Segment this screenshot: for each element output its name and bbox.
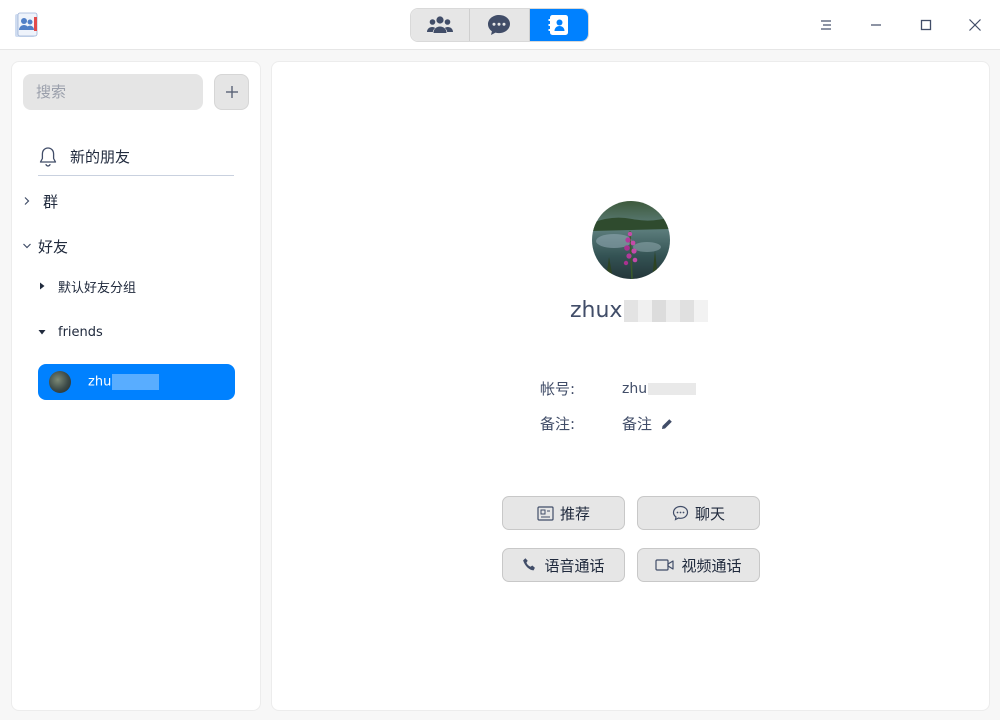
chat-button[interactable]: 聊天 <box>637 496 760 530</box>
people-icon <box>427 16 454 33</box>
new-friends-label: 新的朋友 <box>70 148 131 166</box>
chats-tab[interactable] <box>470 9 530 41</box>
friend-item-selected[interactable]: zhu <box>38 364 235 400</box>
chevron-down-icon <box>23 243 31 249</box>
account-value: zhu <box>622 381 697 397</box>
profile-display-name: zhux <box>570 298 709 323</box>
minimize-button[interactable] <box>851 0 901 50</box>
tree-item-friends[interactable]: 好友 <box>22 235 68 257</box>
tree-label-default-group: 默认好友分组 <box>58 280 137 296</box>
contacts-tab[interactable] <box>529 9 588 41</box>
tree-item-groups[interactable]: 群 <box>22 190 58 212</box>
friend-avatar <box>49 371 71 393</box>
menu-icon <box>821 20 831 30</box>
contact-card-icon <box>548 15 568 35</box>
triangle-right-icon <box>40 282 45 290</box>
phone-icon <box>523 558 536 571</box>
contact-card-outline-icon <box>537 505 554 521</box>
voice-call-label: 语音通话 <box>544 556 605 575</box>
close-button[interactable] <box>950 0 1000 50</box>
video-call-button[interactable]: 视频通话 <box>637 548 760 582</box>
minimize-icon <box>871 24 881 26</box>
voice-call-button[interactable]: 语音通话 <box>502 548 625 582</box>
chevron-right-icon <box>24 197 30 205</box>
plus-icon <box>225 86 238 98</box>
recommend-button[interactable]: 推荐 <box>502 496 625 530</box>
recommend-label: 推荐 <box>559 504 590 523</box>
tree-item-friends-group[interactable]: friends <box>37 322 103 342</box>
tree-label-friends: 好友 <box>38 237 69 256</box>
chat-outline-icon <box>672 505 689 521</box>
triangle-down-icon <box>38 330 46 335</box>
friend-name: zhu <box>88 374 160 390</box>
tree-label-friends-group: friends <box>58 324 103 340</box>
edit-pencil-icon[interactable] <box>661 418 673 430</box>
contacts-sidebar: 新的朋友 群 好友 默认好友分组 friends zhu <box>11 61 261 711</box>
menu-button[interactable] <box>801 0 851 50</box>
remark-label: 备注: <box>540 415 576 433</box>
view-switcher <box>410 8 589 42</box>
tree-item-default-group[interactable]: 默认好友分组 <box>37 276 136 296</box>
title-bar <box>0 0 1000 50</box>
bell-icon <box>39 146 57 167</box>
maximize-icon <box>920 19 932 31</box>
profile-avatar <box>592 201 670 279</box>
search-input[interactable] <box>23 74 203 110</box>
chat-label: 聊天 <box>694 504 725 523</box>
tree-label-groups: 群 <box>43 192 59 211</box>
groups-tab[interactable] <box>411 9 471 41</box>
close-icon <box>969 19 981 31</box>
profile-panel: zhux 帐号: zhu 备注: 备注 推荐 聊天 语音通话 视频通话 <box>271 61 990 711</box>
video-call-label: 视频通话 <box>681 556 742 575</box>
new-friends-item[interactable]: 新的朋友 <box>38 138 234 176</box>
maximize-button[interactable] <box>901 0 951 50</box>
remark-value: 备注 <box>622 413 673 434</box>
account-label: 帐号: <box>540 380 576 398</box>
chat-bubble-icon <box>488 15 511 35</box>
add-contact-button[interactable] <box>214 74 249 110</box>
app-logo-icon <box>12 11 40 39</box>
video-camera-icon <box>655 559 675 571</box>
